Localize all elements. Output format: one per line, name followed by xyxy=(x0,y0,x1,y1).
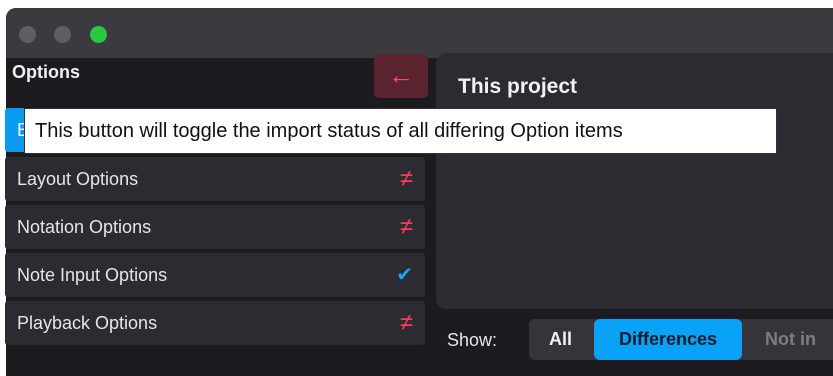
maximize-window-button[interactable] xyxy=(90,26,107,43)
title-bar xyxy=(6,8,833,58)
show-filter-segmented-control: All Differences Not in xyxy=(529,319,833,360)
sidebar-item-label: Note Input Options xyxy=(17,265,168,285)
sidebar-heading: Options xyxy=(12,62,80,82)
checkmark-icon: ✔ xyxy=(396,264,413,286)
sidebar-item-playback-options[interactable]: Playback Options ≠ xyxy=(5,301,425,345)
sidebar-item-layout-options[interactable]: Layout Options ≠ xyxy=(5,157,425,201)
not-equal-icon: ≠ xyxy=(399,165,413,192)
project-panel: This project xyxy=(436,53,833,309)
show-filter-label: Show: xyxy=(447,330,498,350)
close-window-button[interactable] xyxy=(19,26,36,43)
filter-not-in-button[interactable]: Not in xyxy=(751,319,833,360)
sidebar-item-label: Layout Options xyxy=(17,169,139,189)
sidebar-item-label: Playback Options xyxy=(17,313,158,333)
sidebar-item-notation-options[interactable]: Notation Options ≠ xyxy=(5,205,425,249)
minimize-window-button[interactable] xyxy=(54,26,71,43)
left-arrow-icon: ← xyxy=(388,60,414,90)
not-equal-icon: ≠ xyxy=(399,309,413,336)
tooltip: This button will toggle the import statu… xyxy=(24,108,777,154)
filter-all-button[interactable]: All xyxy=(529,319,592,360)
sidebar-item-note-input-options[interactable]: Note Input Options ✔ xyxy=(5,253,425,297)
filter-differences-button[interactable]: Differences xyxy=(594,319,742,360)
not-equal-icon: ≠ xyxy=(399,213,413,240)
toggle-import-status-button[interactable]: ← xyxy=(374,54,428,98)
sidebar-item-label: Notation Options xyxy=(17,217,152,237)
panel-title: This project xyxy=(458,75,578,98)
